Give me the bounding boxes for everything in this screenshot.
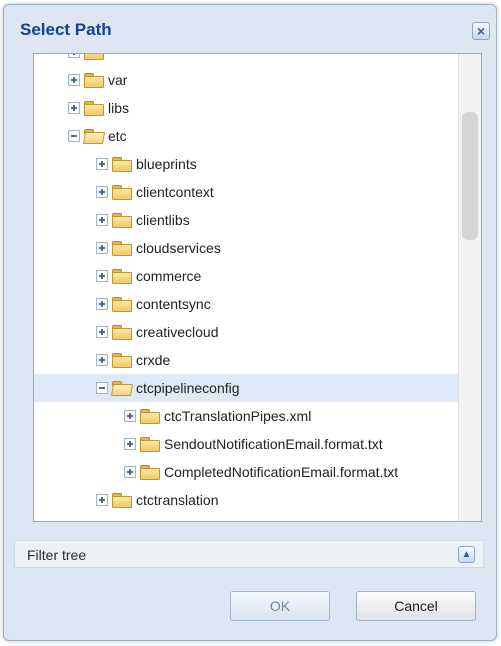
dialog-title: Select Path	[20, 20, 112, 39]
folder-icon	[84, 54, 104, 60]
expand-icon[interactable]	[96, 270, 108, 282]
ok-button[interactable]: OK	[230, 591, 330, 621]
expand-icon[interactable]	[68, 54, 80, 58]
tree-node[interactable]: ctcTranslationPipes.xml	[34, 402, 458, 430]
expand-icon[interactable]	[68, 74, 80, 86]
tree-node[interactable]: clientlibs	[34, 206, 458, 234]
tree-node-label: CompletedNotificationEmail.format.txt	[164, 464, 399, 480]
path-tree-panel: var libs etc blueprints clientcontext clientl…	[33, 53, 482, 522]
expand-icon[interactable]	[96, 158, 108, 170]
dialog-titlebar[interactable]: Select Path ×	[4, 5, 496, 51]
folder-icon	[112, 212, 132, 228]
tree-node-label: ctcTranslationPipes.xml	[164, 408, 312, 424]
tree-node-label: cloudservices	[136, 240, 221, 256]
expand-icon[interactable]	[124, 438, 136, 450]
tree-node[interactable]: contentsync	[34, 290, 458, 318]
tree-node[interactable]: var	[34, 66, 458, 94]
cancel-button[interactable]: Cancel	[356, 591, 476, 621]
tree-node[interactable]: CompletedNotificationEmail.format.txt	[34, 458, 458, 486]
tree-node[interactable]: libs	[34, 94, 458, 122]
tree-node-label: libs	[108, 100, 130, 116]
tree-node[interactable]: creativecloud	[34, 318, 458, 346]
tree-node[interactable]: clientcontext	[34, 178, 458, 206]
folder-icon	[84, 100, 104, 116]
tree-node-label: ctctranslation	[136, 492, 219, 508]
tree-node-label: blueprints	[136, 156, 197, 172]
expand-icon[interactable]	[124, 410, 136, 422]
tree-node-label: ctcpipelineconfig	[136, 380, 240, 396]
expand-icon[interactable]	[96, 354, 108, 366]
collapse-icon[interactable]	[96, 382, 108, 394]
folder-icon	[140, 408, 160, 424]
expand-icon[interactable]	[124, 466, 136, 478]
tree-node[interactable]: ctcpipelineconfig	[34, 374, 458, 402]
tree-node-label: clientcontext	[136, 184, 214, 200]
filter-tree-label: Filter tree	[27, 547, 87, 563]
folder-icon	[112, 240, 132, 256]
folder-icon	[112, 268, 132, 284]
folder-open-icon	[84, 128, 104, 144]
tree-node-label: creativecloud	[136, 324, 219, 340]
expand-icon[interactable]	[96, 326, 108, 338]
folder-icon	[84, 72, 104, 88]
tree-node[interactable]	[34, 54, 458, 66]
tree-node-label: contentsync	[136, 296, 211, 312]
folder-icon	[112, 184, 132, 200]
scrollbar-thumb[interactable]	[462, 112, 478, 240]
expand-icon[interactable]	[96, 186, 108, 198]
tree-node[interactable]: commerce	[34, 262, 458, 290]
tree-node[interactable]: cloudservices	[34, 234, 458, 262]
close-button[interactable]: ×	[472, 22, 490, 40]
folder-icon	[112, 352, 132, 368]
tree-node-label: commerce	[136, 268, 202, 284]
expand-icon[interactable]	[68, 102, 80, 114]
path-tree: var libs etc blueprints clientcontext clientl…	[34, 54, 458, 521]
folder-icon	[112, 296, 132, 312]
folder-icon	[140, 436, 160, 452]
folder-icon	[112, 492, 132, 508]
tree-node-label: etc	[108, 128, 127, 144]
tree-node-label: crxde	[136, 352, 171, 368]
folder-icon	[112, 324, 132, 340]
tree-node-label: SendoutNotificationEmail.format.txt	[164, 436, 383, 452]
expand-icon[interactable]	[96, 494, 108, 506]
filter-toggle-button[interactable]: ▲	[458, 546, 475, 563]
expand-icon[interactable]	[96, 242, 108, 254]
tree-node[interactable]: crxde	[34, 346, 458, 374]
chevron-up-icon: ▲	[461, 549, 472, 560]
folder-icon	[112, 156, 132, 172]
folder-open-icon	[112, 380, 132, 396]
tree-node[interactable]: blueprints	[34, 150, 458, 178]
select-path-dialog: Select Path × var libs etc blueprints client…	[3, 4, 497, 641]
tree-node-label: var	[108, 72, 128, 88]
expand-icon[interactable]	[96, 298, 108, 310]
folder-icon	[140, 464, 160, 480]
close-icon: ×	[476, 23, 486, 39]
tree-node[interactable]: etc	[34, 122, 458, 150]
tree-node[interactable]: ctctranslation	[34, 486, 458, 514]
tree-scrollbar[interactable]	[458, 54, 481, 521]
filter-tree-bar[interactable]: Filter tree ▲	[14, 540, 484, 568]
collapse-icon[interactable]	[68, 130, 80, 142]
tree-node-label: clientlibs	[136, 212, 190, 228]
tree-node[interactable]: SendoutNotificationEmail.format.txt	[34, 430, 458, 458]
expand-icon[interactable]	[96, 214, 108, 226]
